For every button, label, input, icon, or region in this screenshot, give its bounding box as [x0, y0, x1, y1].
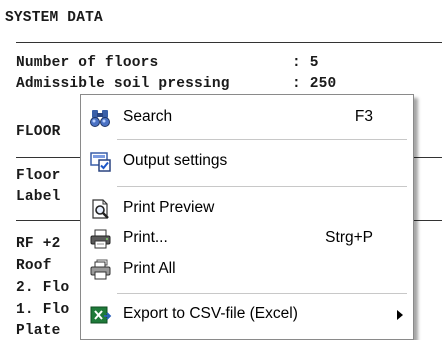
floor-row-1: 1. Flo	[16, 302, 70, 318]
menu-separator	[117, 139, 407, 140]
excel-export-icon	[90, 304, 112, 326]
printer-icon	[90, 228, 112, 250]
soil-line: Admissible soil pressing : 250	[16, 76, 337, 92]
export-csv-label: Export to CSV-file (Excel)	[123, 305, 298, 322]
floor-row-2: 2. Flo	[16, 280, 70, 296]
menu-item-print-preview[interactable]: Print Preview	[81, 194, 413, 224]
system-data-heading: SYSTEM DATA	[5, 10, 103, 26]
search-shortcut: F3	[354, 108, 373, 125]
print-preview-label: Print Preview	[123, 199, 215, 216]
context-menu: Search F3 Output settings Print Preview	[80, 94, 414, 340]
print-label: Print...	[123, 229, 168, 246]
print-all-label: Print All	[123, 260, 176, 277]
menu-separator	[117, 293, 407, 294]
floor-heading: FLOOR	[16, 124, 61, 140]
search-label: Search	[123, 108, 173, 125]
menu-separator	[117, 186, 407, 187]
label-row: Label	[16, 189, 61, 205]
print-preview-icon	[90, 198, 112, 220]
floor-row-rf: RF +2	[16, 236, 61, 252]
menu-item-print-all[interactable]: Print All	[81, 255, 413, 285]
output-settings-label: Output settings	[123, 152, 228, 169]
print-all-icon	[90, 259, 112, 281]
floor-row: Floor	[16, 168, 61, 184]
menu-item-output-settings[interactable]: Output settings	[81, 147, 413, 177]
report-divider	[16, 42, 442, 43]
floor-row-roof: Roof	[16, 258, 52, 274]
menu-item-search[interactable]: Search F3	[81, 103, 413, 133]
settings-checkbox-icon	[90, 151, 112, 173]
submenu-arrow-icon	[397, 310, 403, 320]
print-shortcut: Strg+P	[325, 229, 373, 246]
binoculars-icon	[90, 107, 112, 129]
menu-item-export-csv[interactable]: Export to CSV-file (Excel)	[81, 300, 413, 330]
floor-row-plate: Plate	[16, 323, 61, 339]
floors-line: Number of floors : 5	[16, 55, 319, 71]
menu-item-print[interactable]: Print... Strg+P	[81, 224, 413, 254]
